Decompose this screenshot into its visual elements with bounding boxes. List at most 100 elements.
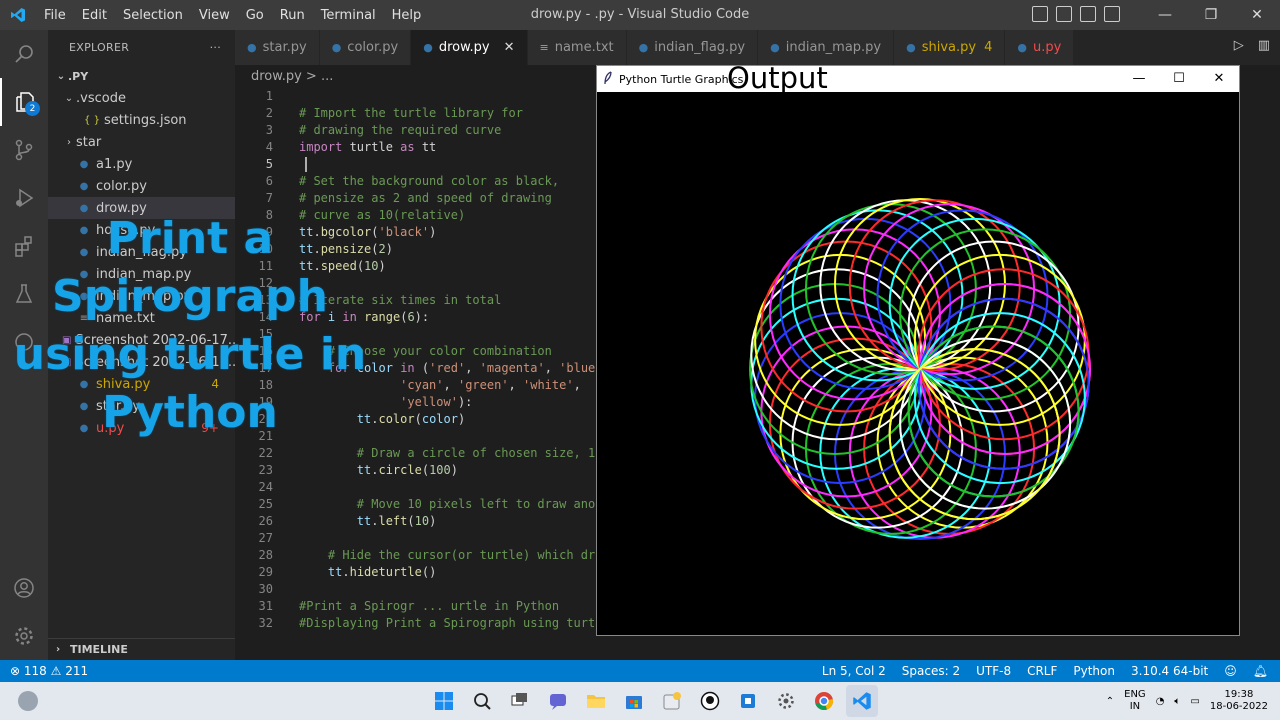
chat-icon[interactable] xyxy=(542,685,574,717)
toggle-sidebar-icon[interactable] xyxy=(1032,6,1048,22)
feedback-icon[interactable]: ☺ xyxy=(1224,664,1237,678)
code-line[interactable]: 23 tt.circle(100) xyxy=(235,461,597,478)
turtle-minimize-icon[interactable]: — xyxy=(1119,66,1159,90)
task-view-icon[interactable] xyxy=(504,685,536,717)
chrome-icon[interactable] xyxy=(808,685,840,717)
code-line[interactable]: 28 # Hide the cursor(or turtle) which dr… xyxy=(235,546,597,563)
language-mode[interactable]: Python xyxy=(1073,664,1115,678)
code-line[interactable]: 6 # Set the background color as black, xyxy=(235,172,597,189)
code-line[interactable]: 14 for i in range(6): xyxy=(235,308,597,325)
notifications-bell-icon[interactable]: 🔔︎ xyxy=(1253,664,1268,678)
code-line[interactable]: 26 tt.left(10) xyxy=(235,512,597,529)
timeline-section[interactable]: › TIMELINE xyxy=(48,638,235,660)
menu-item-terminal[interactable]: Terminal xyxy=(313,8,384,23)
code-line[interactable]: 4 import turtle as tt xyxy=(235,138,597,155)
code-editor[interactable]: 1 2 # Import the turtle library for 3 # draw… xyxy=(235,87,597,660)
file-tree-item[interactable]: ≡ name.txt xyxy=(48,307,235,329)
code-line[interactable]: 8 # curve as 10(relative) xyxy=(235,206,597,223)
file-tree-item[interactable]: ● color.py xyxy=(48,175,235,197)
restore-icon[interactable]: ❐ xyxy=(1188,0,1234,30)
file-tree-item[interactable]: ● drow.py xyxy=(48,197,235,219)
store-icon[interactable] xyxy=(618,685,650,717)
code-line[interactable]: 27 xyxy=(235,529,597,546)
editor-tab[interactable]: ● indian_map.py xyxy=(758,30,895,65)
extensions-icon[interactable] xyxy=(0,222,48,270)
settings-app-icon[interactable] xyxy=(770,685,802,717)
menu-item-go[interactable]: Go xyxy=(238,8,272,23)
code-line[interactable]: 11 tt.speed(10) xyxy=(235,257,597,274)
code-line[interactable]: 20 tt.color(color) xyxy=(235,410,597,427)
file-tree-item[interactable]: ● indian_flag.py xyxy=(48,241,235,263)
line-endings[interactable]: CRLF xyxy=(1027,664,1057,678)
account-icon[interactable] xyxy=(0,564,48,612)
language-indicator[interactable]: ENG IN xyxy=(1124,689,1146,713)
editor-tab[interactable]: ● shiva.py 4 xyxy=(894,30,1006,65)
code-line[interactable]: 19 'yellow'): xyxy=(235,393,597,410)
turtle-window-titlebar[interactable]: Python Turtle Graphics — ☐ ✕ xyxy=(597,66,1239,92)
toggle-secondary-sidebar-icon[interactable] xyxy=(1080,6,1096,22)
code-line[interactable]: 9 tt.bgcolor('black') xyxy=(235,223,597,240)
code-line[interactable]: 21 xyxy=(235,427,597,444)
tab-close-icon[interactable]: ✕ xyxy=(504,40,515,55)
indentation[interactable]: Spaces: 2 xyxy=(902,664,960,678)
breadcrumb[interactable]: drow.py > ... xyxy=(235,65,600,87)
taskbar-search-icon[interactable] xyxy=(466,685,498,717)
file-explorer-icon[interactable] xyxy=(580,685,612,717)
wifi-icon[interactable]: ◔ xyxy=(1156,696,1165,707)
editor-tab[interactable]: ● drow.py ✕ xyxy=(411,30,528,65)
github-icon[interactable] xyxy=(694,685,726,717)
code-line[interactable]: 31 #Print a Spirogr ... urtle in Python xyxy=(235,597,597,614)
file-tree-item[interactable]: ● a1.py xyxy=(48,153,235,175)
editor-tab[interactable]: ≡ name.txt xyxy=(527,30,627,65)
cursor-position[interactable]: Ln 5, Col 2 xyxy=(822,664,886,678)
file-tree-item[interactable]: ● house.py xyxy=(48,219,235,241)
code-line[interactable]: 5 xyxy=(235,155,597,172)
code-line[interactable]: 29 tt.hideturtle() xyxy=(235,563,597,580)
battery-icon[interactable]: ▭ xyxy=(1190,696,1199,707)
turtle-close-icon[interactable]: ✕ xyxy=(1199,66,1239,90)
file-tree-item[interactable]: ● shiva.py 4 xyxy=(48,373,235,395)
code-line[interactable]: 3 # drawing the required curve xyxy=(235,121,597,138)
file-tree-item[interactable]: { } settings.json xyxy=(48,109,235,131)
code-line[interactable]: 18 'cyan', 'green', 'white', xyxy=(235,376,597,393)
menu-item-run[interactable]: Run xyxy=(272,8,313,23)
file-tree-item[interactable]: › star xyxy=(48,131,235,153)
start-windows-icon[interactable] xyxy=(428,685,460,717)
weather-icon[interactable] xyxy=(18,691,38,711)
code-line[interactable]: 17 for color in ('red', 'magenta', 'blue… xyxy=(235,359,597,376)
settings-gear-icon[interactable] xyxy=(0,612,48,660)
split-editor-icon[interactable]: ▥ xyxy=(1258,38,1270,53)
vscode-taskbar-icon[interactable] xyxy=(846,685,878,717)
editor-tab[interactable]: ● indian_flag.py xyxy=(626,30,759,65)
customize-layout-icon[interactable] xyxy=(1104,6,1120,22)
turtle-maximize-icon[interactable]: ☐ xyxy=(1159,66,1199,90)
clock[interactable]: 19:38 18-06-2022 xyxy=(1210,689,1268,713)
minimize-icon[interactable]: — xyxy=(1142,0,1188,30)
code-line[interactable]: 13 # Iterate six times in total xyxy=(235,291,597,308)
vscode-logo-icon[interactable] xyxy=(0,0,36,30)
menu-item-help[interactable]: Help xyxy=(384,8,430,23)
menu-item-edit[interactable]: Edit xyxy=(74,8,115,23)
search-icon[interactable] xyxy=(0,30,48,78)
menu-item-file[interactable]: File xyxy=(36,8,74,23)
code-line[interactable]: 12 xyxy=(235,274,597,291)
code-line[interactable]: 22 # Draw a circle of chosen size, 100 xyxy=(235,444,597,461)
workspace-root[interactable]: ⌄ .PY xyxy=(48,65,235,87)
tray-chevron-icon[interactable]: ⌃ xyxy=(1106,696,1114,707)
menu-item-view[interactable]: View xyxy=(191,8,238,23)
code-line[interactable]: 7 # pensize as 2 and speed of drawing xyxy=(235,189,597,206)
code-line[interactable]: 30 xyxy=(235,580,597,597)
code-line[interactable]: 25 # Move 10 pixels left to draw anoth xyxy=(235,495,597,512)
toggle-panel-icon[interactable] xyxy=(1056,6,1072,22)
editor-tab[interactable]: ● u.py xyxy=(1005,30,1075,65)
code-line[interactable]: 24 xyxy=(235,478,597,495)
problems-indicator[interactable]: ⊗ 118 ⚠ 211 xyxy=(10,664,88,678)
more-actions-icon[interactable]: ··· xyxy=(210,41,221,54)
file-tree-item[interactable]: ● indian_map.py xyxy=(48,263,235,285)
file-tree-item[interactable]: ⌄ .vscode xyxy=(48,87,235,109)
paint-icon[interactable] xyxy=(656,685,688,717)
close-icon[interactable]: ✕ xyxy=(1234,0,1280,30)
testing-icon[interactable] xyxy=(0,270,48,318)
editor-tab[interactable]: ● star.py xyxy=(235,30,320,65)
run-python-icon[interactable]: ▷ xyxy=(1234,38,1244,53)
